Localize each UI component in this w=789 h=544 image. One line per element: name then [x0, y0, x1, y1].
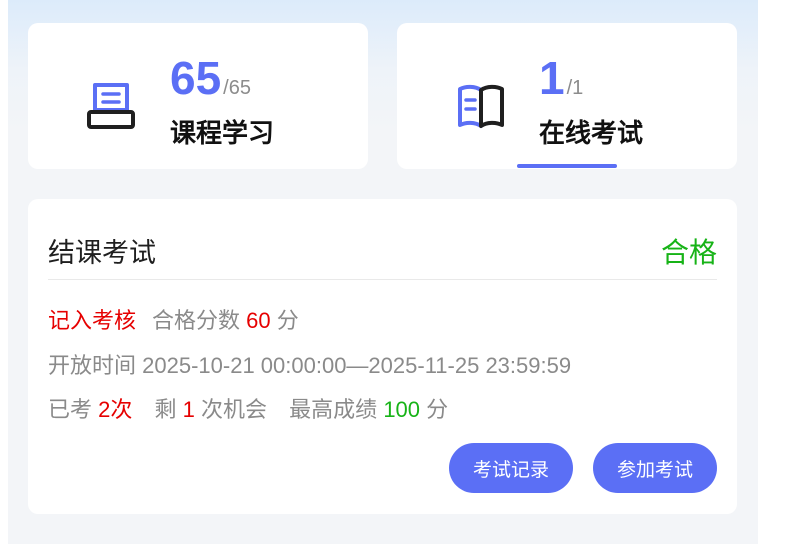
divider	[48, 279, 717, 280]
open-time-value: 2025-10-21 00:00:00—2025-11-25 23:59:59	[142, 353, 572, 378]
open-time-label: 开放时间	[48, 353, 137, 378]
taken-label: 已考	[48, 397, 93, 422]
exam-done-count: 1	[539, 52, 565, 104]
exam-progress: 1/1	[539, 51, 583, 105]
remaining-count: 1	[182, 397, 195, 422]
take-exam-button[interactable]: 参加考试	[593, 443, 717, 493]
pass-score-unit: 分	[276, 308, 299, 333]
taken-count: 2次	[98, 397, 133, 422]
online-exam-card[interactable]: 1/1 在线考试	[397, 23, 737, 169]
exam-title: 结课考试	[48, 238, 156, 268]
best-score-label: 最高成绩	[289, 397, 378, 422]
course-study-card[interactable]: 65/65 课程学习	[28, 23, 368, 169]
course-total-count: /65	[223, 77, 251, 99]
exam-open-time-row: 开放时间 2025-10-21 00:00:00—2025-11-25 23:5…	[48, 348, 571, 380]
best-score-value: 100	[383, 397, 421, 422]
best-score-unit: 分	[426, 397, 449, 422]
exam-total-count: /1	[566, 77, 584, 99]
exam-score-requirement-row: 记入考核 合格分数 60 分	[48, 303, 299, 335]
open-book-icon	[458, 84, 504, 128]
remaining-suffix: 次机会	[201, 397, 268, 422]
exam-attempts-row: 已考 2次 剩 1 次机会 最高成绩 100 分	[48, 392, 448, 424]
pass-score-label: 合格分数	[152, 308, 241, 333]
exam-records-button[interactable]: 考试记录	[449, 443, 573, 493]
course-progress: 65/65	[170, 51, 251, 105]
final-exam-card: 结课考试 合格 记入考核 合格分数 60 分 开放时间 2025-10-21 00…	[28, 199, 737, 514]
exam-result-badge: 合格	[660, 237, 717, 268]
assessment-tag: 记入考核	[48, 308, 137, 333]
remaining-prefix: 剩	[154, 397, 177, 422]
course-study-label: 课程学习	[170, 118, 275, 148]
active-tab-indicator	[517, 164, 617, 168]
course-done-count: 65	[170, 52, 222, 104]
pass-score-value: 60	[246, 308, 271, 333]
online-exam-label: 在线考试	[539, 118, 644, 148]
course-book-stand-icon	[87, 83, 135, 129]
